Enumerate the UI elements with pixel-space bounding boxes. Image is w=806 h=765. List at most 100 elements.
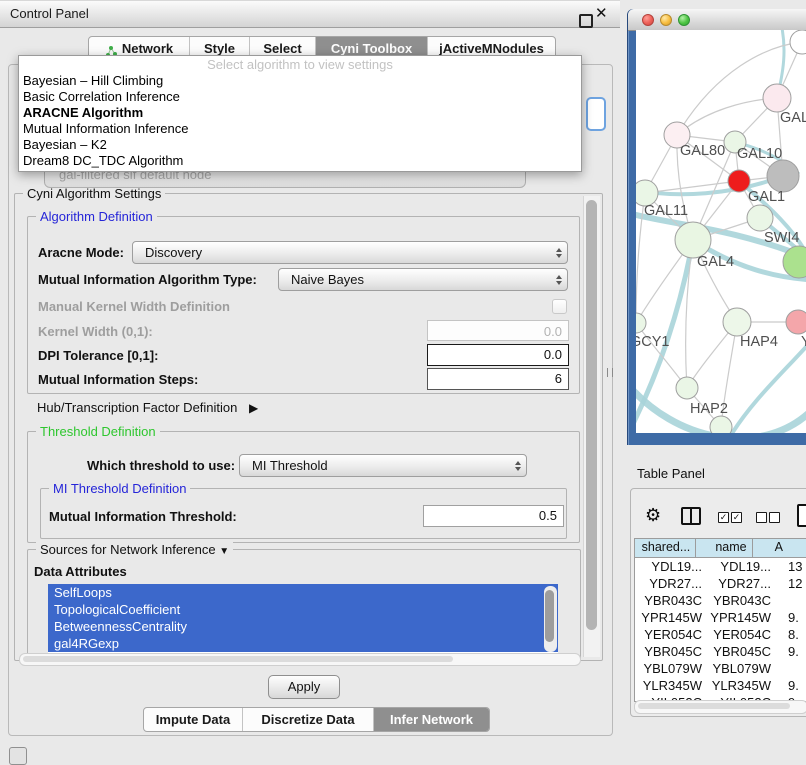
hub-definition-label: Hub/Transcription Factor Definition — [37, 400, 237, 415]
gear-icon[interactable]: ⚙ — [645, 505, 661, 525]
table-row[interactable]: YBR043CYBR043C — [635, 592, 806, 609]
checked-checkbox-icon[interactable]: ✓ — [731, 512, 742, 523]
algorithm-definition-title: Algorithm Definition — [36, 209, 157, 224]
mi-threshold-group: MI Threshold Definition Mutual Informati… — [40, 488, 567, 539]
node-HAP4[interactable] — [723, 308, 751, 336]
algorithm-option[interactable]: Bayesian – Hill Climbing — [19, 73, 581, 89]
table-horizontal-scrollbar[interactable] — [634, 700, 806, 714]
node-SWI4[interactable] — [747, 205, 773, 231]
network-canvas[interactable]: GALGAL80GAL10GAL1GAL11SWI4GAL4GCY1HAP4YH… — [636, 30, 806, 433]
window-close-icon[interactable] — [642, 14, 654, 26]
tab-discretize-data[interactable]: Discretize Data — [243, 708, 374, 731]
attributes-scrollbar-thumb[interactable] — [545, 590, 554, 642]
table-cell: YBR045C — [635, 643, 708, 660]
unchecked-checkbox-icon[interactable] — [769, 512, 780, 523]
attributes-scrollbar-track[interactable] — [544, 586, 557, 652]
focused-combo-fragment — [586, 97, 606, 131]
algorithm-option[interactable]: Bayesian – K2 — [19, 137, 581, 153]
mi-steps-label: Mutual Information Steps: — [38, 372, 198, 387]
hub-definition-toggle[interactable]: Hub/Transcription Factor Definition ▶ — [37, 400, 258, 415]
network-window-titlebar[interactable] — [628, 9, 806, 31]
window-zoom-icon[interactable] — [678, 14, 690, 26]
apply-button[interactable]: Apply — [268, 675, 340, 699]
document-icon[interactable] — [797, 504, 806, 527]
node-GAL4[interactable] — [675, 222, 711, 258]
sources-title-text: Sources for Network Inference — [40, 542, 216, 557]
settings-vertical-scrollbar-thumb[interactable] — [586, 200, 597, 630]
threshold-definition-group: Threshold Definition Which threshold to … — [27, 431, 580, 543]
settings-horizontal-scrollbar-thumb[interactable] — [23, 656, 453, 662]
manual-kernel-checkbox[interactable] — [552, 299, 567, 314]
table-row[interactable]: YDR27...YDR27...12 — [635, 575, 806, 592]
node-GAL[interactable] — [763, 84, 791, 112]
window-minimize-icon[interactable] — [660, 14, 672, 26]
mi-steps-input[interactable]: 6 — [427, 368, 569, 390]
table-row[interactable]: YLR345WYLR345W9. — [635, 677, 806, 694]
mi-threshold-input[interactable]: 0.5 — [423, 505, 564, 527]
node-Y[interactable] — [786, 310, 806, 334]
node-label: GCY1 — [636, 334, 670, 350]
algorithm-option[interactable]: Mutual Information Inference — [19, 121, 581, 137]
which-threshold-label: Which threshold to use: — [87, 458, 235, 473]
aracne-mode-select[interactable]: Discovery — [132, 241, 568, 264]
settings-horizontal-scrollbar[interactable] — [19, 653, 581, 666]
cyni-algorithm-settings-group: Cyni Algorithm Settings Algorithm Defini… — [14, 193, 603, 661]
kernel-width-input[interactable]: 0.0 — [427, 320, 569, 341]
algorithm-option[interactable]: Dream8 DC_TDC Algorithm — [19, 153, 581, 169]
node[interactable] — [767, 160, 799, 192]
data-attribute-item[interactable]: BetweennessCentrality — [48, 618, 558, 635]
node-GCY1[interactable] — [636, 313, 646, 333]
table-row[interactable]: YPR145WYPR145W9. — [635, 609, 806, 626]
data-attribute-item[interactable]: SelfLoops — [48, 584, 558, 601]
collapse-down-icon[interactable]: ▼ — [219, 546, 229, 557]
data-attribute-item[interactable]: TopologicalCoefficient — [48, 601, 558, 618]
node[interactable] — [790, 30, 806, 54]
table-row[interactable]: YBL079WYBL079W — [635, 660, 806, 677]
table-column-header[interactable]: A — [753, 539, 806, 557]
node[interactable] — [710, 416, 732, 433]
panel-splitter-handle[interactable] — [607, 368, 613, 377]
mi-threshold-group-title: MI Threshold Definition — [49, 481, 190, 496]
data-attribute-item[interactable]: gal4RGexp — [48, 635, 558, 652]
unchecked-checkbox-icon[interactable] — [756, 512, 767, 523]
data-attributes-list: SelfLoops TopologicalCoefficient Between… — [48, 584, 558, 654]
table-cell: YBL079W — [708, 660, 775, 677]
chevron-updown-icon — [510, 461, 526, 471]
table-cell: YBR043C — [635, 592, 708, 609]
table-cell: 13 — [775, 558, 806, 575]
checked-checkbox-icon[interactable]: ✓ — [718, 512, 729, 523]
algorithm-option-selected[interactable]: ARACNE Algorithm — [19, 105, 581, 121]
table-column-header[interactable]: name — [696, 539, 752, 557]
node-HAP2[interactable] — [676, 377, 698, 399]
close-icon[interactable]: ✕ — [595, 5, 608, 23]
kernel-width-label: Kernel Width (0,1): — [38, 324, 153, 339]
node-GAL1[interactable] — [728, 170, 750, 192]
table-horizontal-scrollbar-thumb[interactable] — [638, 703, 790, 709]
chevron-updown-icon — [551, 248, 567, 258]
mi-algorithm-type-select[interactable]: Naive Bayes — [278, 268, 568, 291]
table-cell: 9. — [775, 609, 806, 626]
table-cell: 12 — [775, 575, 806, 592]
algorithm-option[interactable]: Basic Correlation Inference — [19, 89, 581, 105]
minimized-panel-icon[interactable] — [9, 747, 27, 765]
float-window-icon[interactable] — [579, 14, 593, 28]
dpi-tolerance-input[interactable]: 0.0 — [427, 344, 569, 366]
expand-right-icon: ▶ — [249, 401, 258, 415]
mi-algorithm-type-label: Mutual Information Algorithm Type: — [38, 272, 257, 287]
table-row[interactable]: YER054CYER054C8. — [635, 626, 806, 643]
tab-infer-network[interactable]: Infer Network — [374, 708, 489, 731]
control-panel-title: Control Panel — [10, 1, 89, 27]
table-cell: YDL19... — [635, 558, 708, 575]
tab-impute-data[interactable]: Impute Data — [144, 708, 243, 731]
table-row[interactable]: YDL19...YDL19...13 — [635, 558, 806, 575]
aracne-mode-label: Aracne Mode: — [38, 245, 124, 260]
column-layout-icon[interactable] — [681, 507, 701, 525]
mi-threshold-label: Mutual Information Threshold: — [49, 509, 237, 524]
table-column-header[interactable]: shared... — [635, 539, 696, 557]
node-label: GAL1 — [748, 189, 785, 205]
which-threshold-select[interactable]: MI Threshold — [239, 454, 527, 477]
table-row[interactable]: YBR045CYBR045C9. — [635, 643, 806, 660]
table-cell: YPR145W — [708, 609, 775, 626]
table-cell: 9. — [775, 643, 806, 660]
table-cell — [775, 592, 806, 609]
